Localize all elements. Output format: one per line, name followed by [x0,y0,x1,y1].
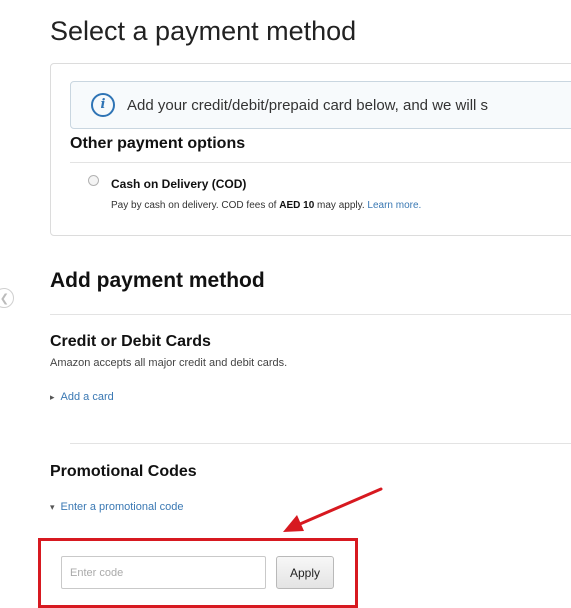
enter-promo-code-label: Enter a promotional code [60,501,184,513]
info-alert: i Add your credit/debit/prepaid card bel… [70,81,571,129]
promotional-codes-heading: Promotional Codes [50,463,197,480]
add-card-label: Add a card [60,391,114,403]
cards-subtext: Amazon accepts all major credit and debi… [50,357,288,369]
promo-code-input[interactable] [61,556,266,589]
cod-desc-suffix: may apply. [314,200,368,211]
cod-radio[interactable] [88,175,99,186]
info-icon: i [91,93,115,117]
divider [50,314,571,315]
cod-label[interactable]: Cash on Delivery (COD) [111,177,246,191]
add-card-link[interactable]: ▸ Add a card [50,391,114,403]
divider [70,162,571,163]
caret-right-icon: ▸ [50,392,55,402]
cod-desc-prefix: Pay by cash on delivery. COD fees of [111,200,280,211]
caret-down-icon: ▾ [50,502,55,512]
add-payment-method-heading: Add payment method [50,269,265,292]
divider [70,443,571,444]
enter-promo-code-link[interactable]: ▾ Enter a promotional code [50,501,183,513]
info-alert-text: Add your credit/debit/prepaid card below… [127,96,489,114]
credit-debit-heading: Credit or Debit Cards [50,333,211,350]
page-title: Select a payment method [50,16,357,46]
other-payment-options-heading: Other payment options [70,135,246,152]
chevron-left-icon[interactable]: ❮ [0,288,14,308]
cod-description: Pay by cash on delivery. COD fees of AED… [111,200,421,211]
learn-more-link[interactable]: Learn more. [367,200,421,211]
apply-button[interactable]: Apply [276,556,334,589]
cod-fee: AED 10 [279,200,315,211]
